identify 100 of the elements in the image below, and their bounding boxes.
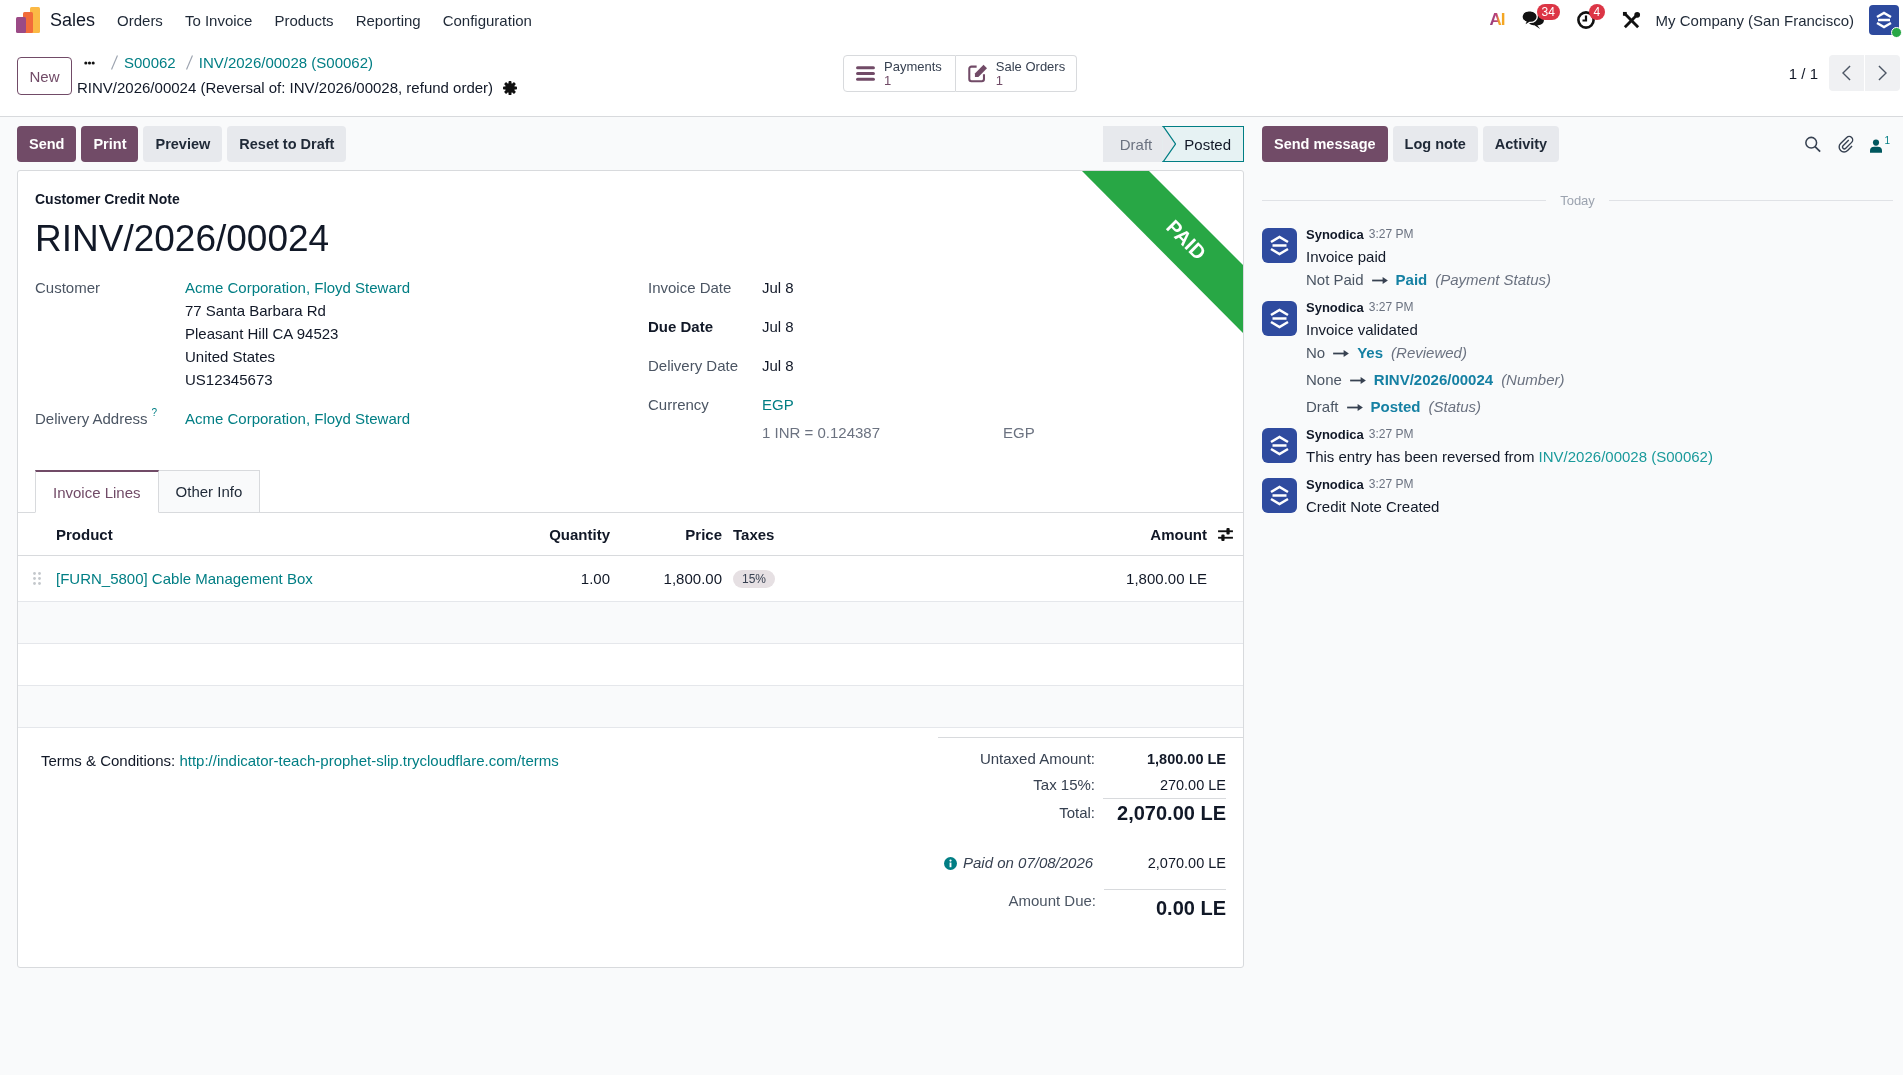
field-label: Currency — [648, 395, 709, 415]
exchange-rate: 1 INR = 0.124387 — [762, 423, 880, 443]
terms-text: Terms & Conditions: http://indicator-teach-prophet-slip.trycloudflare.com/terms — [41, 751, 559, 771]
document-type: Customer Credit Note — [35, 190, 180, 209]
author-name[interactable]: Synodica — [1306, 426, 1364, 442]
amount-due-value: 0.00 LE — [1104, 889, 1226, 922]
total-value: 2,070.00 LE — [1103, 798, 1226, 827]
menu-item[interactable]: Products — [274, 11, 334, 29]
action-button[interactable]: Preview — [143, 126, 223, 162]
status-stage[interactable]: Posted — [1162, 126, 1244, 162]
gear-icon[interactable] — [503, 80, 518, 95]
action-button[interactable]: Print — [81, 126, 139, 162]
arrow-icon — [1346, 403, 1363, 411]
address-line: 77 Santa Barbara Rd — [185, 301, 326, 321]
avatar-icon[interactable] — [1869, 5, 1899, 35]
date-value[interactable]: Jul 8 — [762, 315, 794, 338]
avatar-icon[interactable] — [1262, 228, 1297, 263]
chevron-left-icon — [1842, 65, 1851, 81]
follower-count[interactable]: 1 — [1884, 135, 1890, 146]
rate-currency: EGP — [1003, 423, 1035, 443]
chevron-right-icon — [1878, 65, 1887, 81]
total-value: 1,800.00 LE — [1146, 750, 1226, 769]
payment-amount: 2,070.00 LE — [1147, 854, 1226, 873]
sliders-icon[interactable] — [1217, 527, 1233, 541]
record-title: RINV/2026/00024 (Reversal of: INV/2026/00028, refund order) — [77, 79, 494, 96]
menu-item[interactable]: To Invoice — [184, 11, 253, 29]
slash-icon — [111, 55, 118, 70]
tab[interactable]: Other Info — [158, 470, 261, 513]
new-value: Paid — [1395, 270, 1428, 290]
currency-link[interactable]: EGP — [762, 393, 794, 416]
breadcrumb-link[interactable]: INV/2026/00028 (S00062) — [198, 54, 373, 71]
chatter-button[interactable]: Activity — [1482, 126, 1560, 162]
action-button[interactable]: Send — [17, 126, 77, 162]
app-logo-icon[interactable] — [16, 7, 40, 33]
amount-value: 1,800.00 LE — [1126, 570, 1207, 587]
info-icon[interactable] — [944, 856, 957, 870]
field-label: Customer — [35, 279, 101, 296]
old-value: No — [1306, 343, 1326, 363]
address-line: Pleasant Hill CA 94523 — [185, 324, 339, 344]
address-line: United States — [185, 347, 276, 367]
notification-badge: 34 — [1536, 4, 1560, 20]
terms-link[interactable]: http://indicator-teach-prophet-slip.trycloudflare.com/terms — [179, 752, 559, 769]
search-icon[interactable] — [1804, 135, 1822, 153]
product-link[interactable]: [FURN_5800] Cable Management Box — [56, 570, 313, 587]
old-value: None — [1306, 370, 1342, 390]
field-name: (Status) — [1428, 397, 1482, 417]
total-label: Total: — [1058, 802, 1095, 823]
edit-icon — [966, 64, 988, 83]
message-time: 3:27 PM — [1368, 300, 1414, 314]
menu-item[interactable]: Reporting — [355, 11, 421, 29]
avatar-icon[interactable] — [1262, 478, 1297, 513]
new-value: Posted — [1370, 397, 1421, 417]
column-header[interactable]: Taxes — [733, 525, 775, 543]
menu-item[interactable]: Configuration — [442, 11, 532, 29]
author-name[interactable]: Synodica — [1306, 226, 1364, 242]
drag-handle-icon[interactable] — [33, 572, 41, 585]
author-name[interactable]: Synodica — [1306, 299, 1364, 315]
total-label: Untaxed Amount: — [978, 749, 1095, 769]
avatar-icon[interactable] — [1262, 428, 1297, 463]
breadcrumb-link[interactable]: S00062 — [124, 54, 176, 71]
document-number: RINV/2026/00024 — [35, 217, 330, 261]
stat-button[interactable]: Sale Orders 1 — [955, 55, 1078, 92]
old-value: Not Paid — [1306, 270, 1364, 290]
author-name[interactable]: Synodica — [1306, 476, 1364, 492]
message-text: This entry has been reversed from INV/2026/00028 (S00062) — [1306, 447, 1713, 467]
date-value[interactable]: Jul 8 — [762, 354, 794, 377]
pager-value[interactable]: 1 / 1 — [1788, 64, 1818, 82]
arrow-icon — [1371, 276, 1388, 284]
tax-tag[interactable]: 15% — [733, 569, 776, 588]
date-value[interactable]: Jul 8 — [762, 276, 794, 299]
message-time: 3:27 PM — [1368, 227, 1414, 241]
user-icon[interactable] — [1870, 138, 1883, 153]
column-header[interactable]: Price — [685, 525, 722, 543]
column-header[interactable]: Amount — [1150, 525, 1207, 543]
new-button[interactable]: New — [17, 57, 72, 95]
ellipsis-icon[interactable] — [84, 60, 95, 65]
paperclip-icon[interactable] — [1837, 135, 1855, 153]
avatar-icon[interactable] — [1262, 301, 1297, 336]
tools-icon[interactable] — [1621, 10, 1641, 30]
new-value: RINV/2026/00024 — [1373, 370, 1494, 390]
customer-link[interactable]: Acme Corporation, Floyd Steward — [185, 407, 411, 430]
chatter-button[interactable]: Log note — [1392, 126, 1478, 162]
total-value: 270.00 LE — [1158, 776, 1226, 795]
stat-button[interactable]: Payments 1 — [843, 55, 956, 92]
menu-item[interactable]: Orders — [117, 11, 163, 29]
action-button[interactable]: Reset to Draft — [227, 126, 347, 162]
date-divider: Today — [1560, 192, 1595, 208]
company-switcher[interactable]: My Company (San Francisco) — [1655, 11, 1854, 29]
field-label: Delivery Address — [35, 410, 148, 427]
tab[interactable]: Invoice Lines — [35, 470, 159, 513]
slash-icon — [185, 55, 193, 70]
arrow-icon — [1349, 376, 1366, 384]
customer-link[interactable]: Acme Corporation, Floyd Steward — [185, 276, 411, 299]
status-stage[interactable]: Draft — [1102, 126, 1163, 162]
column-header[interactable]: Quantity — [549, 525, 610, 543]
column-header[interactable]: Product — [56, 525, 113, 543]
app-name[interactable]: Sales — [50, 9, 96, 31]
chatter-button[interactable]: Send message — [1262, 126, 1388, 162]
help-marker[interactable]: ? — [151, 407, 158, 418]
message-time: 3:27 PM — [1368, 427, 1414, 441]
